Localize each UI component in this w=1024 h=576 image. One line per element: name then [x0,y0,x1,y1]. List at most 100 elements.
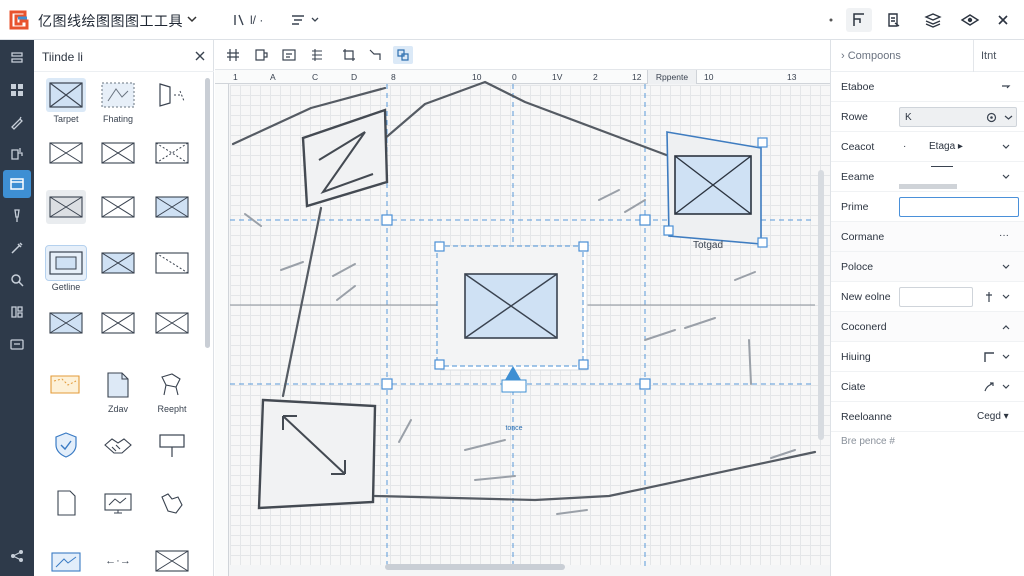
library-scrollbar[interactable] [205,78,210,348]
document-icon [888,13,900,27]
prop-row-reeloanne[interactable]: Reeloanne Cegd ▾ [831,402,1024,432]
properties-title[interactable]: › Compoons [841,50,901,62]
shape-item[interactable]: Zdav [94,368,142,414]
prime-input[interactable] [899,197,1019,217]
prop-label: Poloce [841,261,874,273]
image-placeholder-icon [46,544,86,576]
layout-icon[interactable] [3,298,31,326]
brush-icon[interactable] [3,202,31,230]
prop-row-ceacot[interactable]: Ceacot · Etaga ▸ [831,132,1024,162]
shape-item[interactable] [94,428,142,462]
chevron-down-icon[interactable] [1001,382,1011,392]
horizontal-scrollbar[interactable] [385,564,565,570]
pages-icon[interactable] [3,44,31,72]
handshake-icon [98,428,138,462]
import-icon[interactable] [3,140,31,168]
rowe-select[interactable]: K [899,107,1017,127]
shape-item[interactable] [148,246,196,280]
shape-item[interactable] [42,190,90,224]
shape-item[interactable] [94,190,142,224]
chevron-down-icon[interactable] [1001,172,1011,182]
prop-row-hiuing[interactable]: Hiuing [831,342,1024,372]
new-eolne-input[interactable] [899,287,973,307]
chevron-down-icon[interactable] [1001,352,1011,362]
reeloanne-value[interactable]: Cegd ▾ [977,411,1009,422]
shape-item[interactable]: Tarpet [42,78,90,124]
prop-row-new-eolne: New eolne [831,282,1024,312]
document-button[interactable] [886,8,902,32]
chevron-down-icon[interactable] [1001,262,1011,272]
shape-item[interactable] [94,306,142,340]
properties-footer: Bre pence # [841,436,895,447]
shape-item[interactable] [94,136,142,170]
shape-item[interactable]: ←·→ [94,544,142,576]
prop-row-etaboe[interactable]: Etaboe [831,72,1024,102]
eyedropper-icon[interactable] [3,234,31,262]
shape-item[interactable] [94,486,142,520]
style-tool-button[interactable] [290,8,320,32]
frame-button[interactable] [846,8,872,32]
chevron-down-icon[interactable] [1001,142,1011,152]
canvas-area: 1 A C D 8 10 0 1V 2 12 10 13 Rppente Tot… [215,40,830,576]
vertical-scrollbar[interactable] [818,170,824,440]
shape-item[interactable] [148,78,196,114]
shape-item[interactable]: Getline [42,245,90,292]
minus-caret-icon[interactable] [1001,82,1011,92]
close-button[interactable] [996,8,1010,32]
shape-item[interactable] [42,306,90,340]
shape-item[interactable] [148,428,196,462]
left-rail [0,40,34,576]
chevron-up-icon[interactable] [1001,322,1011,332]
shape-label: Reepht [157,404,187,414]
shapes-icon[interactable] [3,170,31,198]
prop-row-eeame[interactable]: Eeame [831,162,1024,192]
top-toolbar: 亿图线绘图图图工工具 l/ · [0,0,1024,40]
share-icon[interactable] [3,542,31,570]
pen-icon[interactable] [3,108,31,136]
shape-item[interactable] [42,428,90,462]
prop-row-poloce[interactable]: Poloce [831,252,1024,282]
chevron-down-icon[interactable] [186,13,198,25]
divider [973,40,974,72]
fill-swatch [899,184,957,189]
close-icon[interactable] [194,50,206,62]
pen-line-tool-button[interactable]: l/ · [232,8,263,32]
shape-item[interactable] [148,306,196,340]
shape-item[interactable] [42,368,90,402]
preview-icon [960,14,980,26]
preview-button[interactable] [960,8,980,32]
shape-item[interactable] [42,544,90,576]
pin-icon[interactable] [983,291,995,303]
hand-pointer-icon [152,486,192,520]
shape-item[interactable]: Reepht [148,368,196,414]
shape-item[interactable] [148,190,196,224]
prop-label: Reeloanne [841,411,892,423]
shape-label: Getline [51,282,81,292]
chevron-down-icon[interactable] [1001,292,1011,302]
shape-item[interactable]: Fhating [94,78,142,124]
shape-label: Tarpet [53,114,79,124]
shape-box-x-icon [46,306,86,340]
shape-item[interactable] [42,136,90,170]
inbox-icon[interactable] [3,330,31,358]
shape-item[interactable] [148,544,196,576]
prop-row-cormane[interactable]: Cormane ··· [831,222,1024,252]
more-icon[interactable]: ··· [999,230,1009,241]
prop-label: Ceacot [841,141,875,153]
anchor-tag [501,379,527,393]
shape-item[interactable] [94,246,142,280]
prop-label: Rowe [841,111,868,123]
prop-row-coconerd[interactable]: Coconerd [831,312,1024,342]
shape-item[interactable] [42,486,90,520]
grid-icon[interactable] [3,76,31,104]
shape-sticky-note-icon [46,368,86,402]
document-page-icon [46,486,86,520]
shape-item[interactable] [148,136,196,170]
app-logo-icon[interactable] [8,9,30,31]
style-icon [292,15,304,25]
properties-tab[interactable]: Itnt [981,50,996,62]
search-icon[interactable] [3,266,31,294]
layers-button[interactable] [924,8,942,32]
shape-item[interactable] [148,486,196,520]
prop-row-ciate[interactable]: Ciate [831,372,1024,402]
